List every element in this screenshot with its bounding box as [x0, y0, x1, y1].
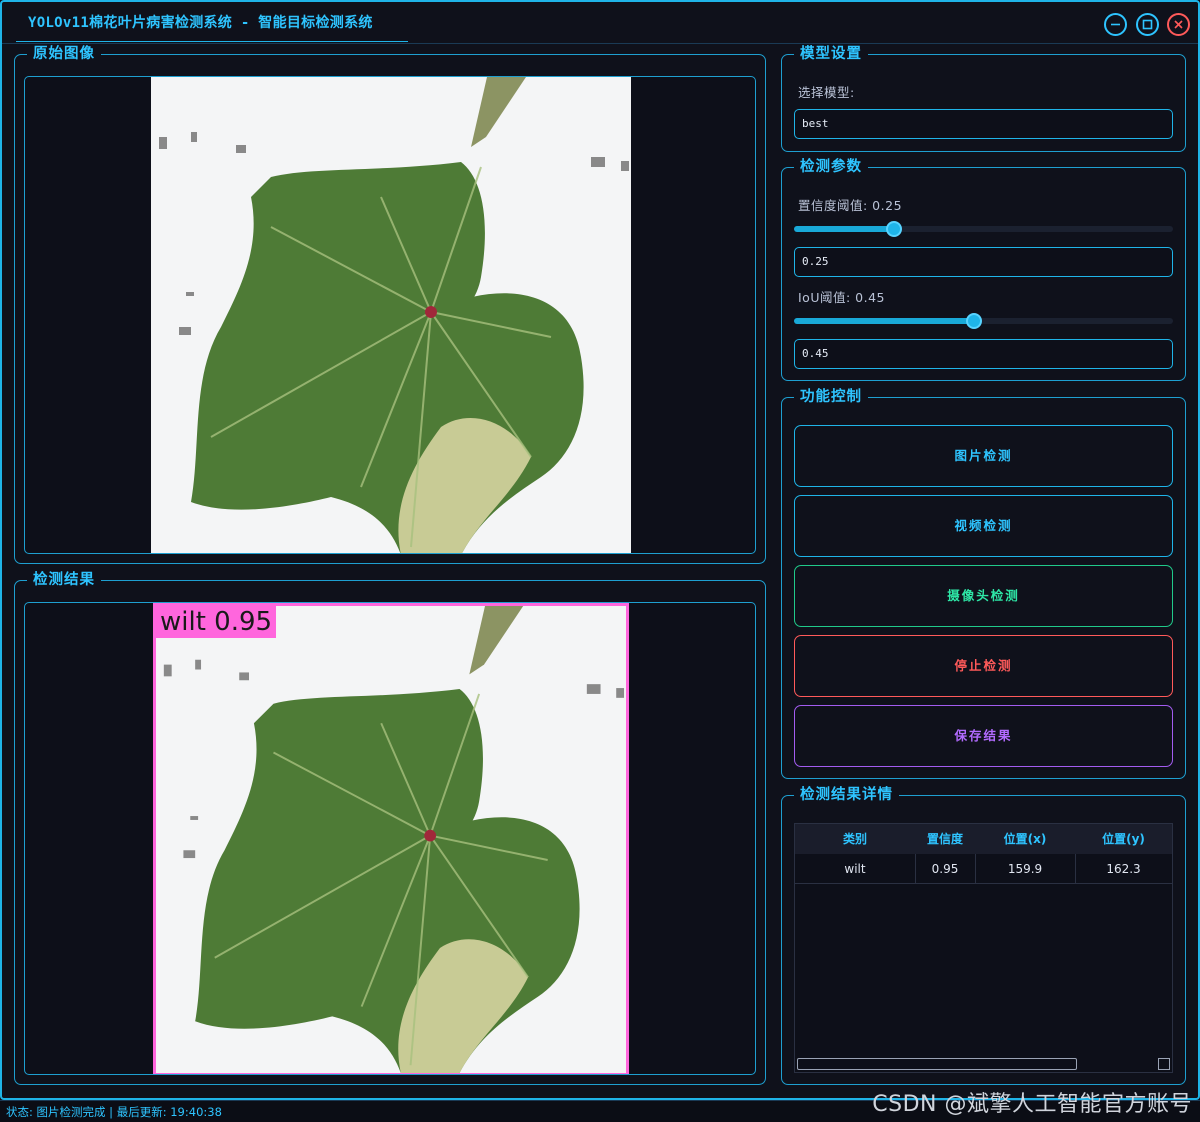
- detection-label: wilt 0.95: [156, 606, 277, 638]
- table-header: 类别 置信度 位置(x) 位置(y): [795, 824, 1172, 854]
- conf-threshold-label: 置信度阈值: 0.25: [798, 198, 903, 213]
- result-image: wilt 0.95: [153, 603, 629, 1074]
- video-detect-button[interactable]: 视频检测: [794, 495, 1173, 557]
- conf-slider-fill: [794, 226, 894, 232]
- camera-detect-button[interactable]: 摄像头检测: [794, 565, 1173, 627]
- conf-slider-handle[interactable]: [886, 221, 902, 237]
- controls-title: 功能控制: [794, 388, 868, 406]
- horizontal-scrollbar[interactable]: [797, 1058, 1077, 1070]
- iou-slider-fill: [794, 318, 974, 324]
- result-image-title: 检测结果: [27, 571, 101, 589]
- result-image-frame: wilt 0.95: [24, 602, 756, 1075]
- cell-y: 162.3: [1106, 862, 1141, 876]
- conf-value-input[interactable]: 0.25: [794, 247, 1173, 277]
- column-header-class[interactable]: 类别: [795, 824, 915, 854]
- iou-slider-handle[interactable]: [966, 313, 982, 329]
- title-bar: YOLOv11棉花叶片病害检测系统 - 智能目标检测系统: [2, 2, 1198, 44]
- iou-slider[interactable]: [794, 313, 1173, 329]
- model-settings-title: 模型设置: [794, 45, 868, 63]
- maximize-icon[interactable]: [1136, 13, 1159, 36]
- cell-class: wilt: [844, 862, 866, 876]
- iou-threshold-label: IoU阈值: 0.45: [798, 290, 886, 305]
- detect-params-title: 检测参数: [794, 158, 868, 176]
- cell-x: 159.9: [1007, 862, 1043, 876]
- results-table: 类别 置信度 位置(x) 位置(y) wilt 0.95 159.9 162.3: [794, 823, 1173, 1073]
- minimize-icon[interactable]: [1104, 13, 1127, 36]
- column-header-confidence[interactable]: 置信度: [915, 824, 975, 854]
- iou-value-input[interactable]: 0.45: [794, 339, 1173, 369]
- close-icon[interactable]: [1167, 13, 1190, 36]
- watermark: CSDN @斌擎人工智能官方账号: [872, 1092, 1192, 1117]
- image-detect-button[interactable]: 图片检测: [794, 425, 1173, 487]
- results-title: 检测结果详情: [794, 786, 899, 804]
- column-header-x[interactable]: 位置(x): [975, 824, 1075, 854]
- save-result-button[interactable]: 保存结果: [794, 705, 1173, 767]
- cell-confidence: 0.95: [931, 862, 959, 876]
- scrollbar-corner[interactable]: [1158, 1058, 1170, 1070]
- stop-detect-button[interactable]: 停止检测: [794, 635, 1173, 697]
- column-header-y[interactable]: 位置(y): [1075, 824, 1172, 854]
- window-title: YOLOv11棉花叶片病害检测系统 - 智能目标检测系统: [16, 2, 408, 42]
- original-image-title: 原始图像: [27, 45, 101, 63]
- model-select-label: 选择模型:: [798, 85, 855, 100]
- model-select[interactable]: best: [794, 109, 1173, 139]
- conf-slider[interactable]: [794, 221, 1173, 237]
- original-image: [151, 77, 631, 553]
- table-row[interactable]: wilt 0.95 159.9 162.3: [795, 854, 1172, 884]
- original-image-frame: [24, 76, 756, 554]
